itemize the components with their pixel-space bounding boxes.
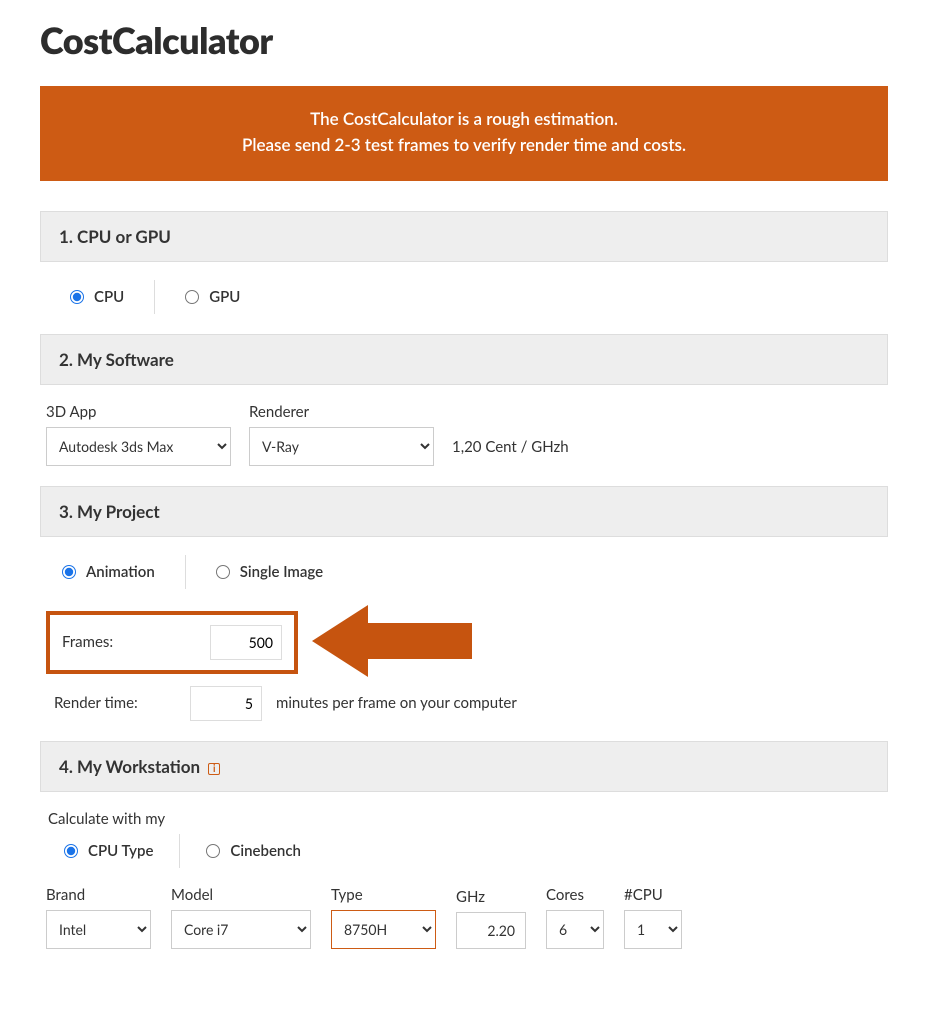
radio-gpu-label: GPU	[209, 288, 240, 306]
price-text: 1,20 Cent / GHzh	[452, 438, 569, 466]
brand-label: Brand	[46, 886, 151, 904]
frames-label: Frames:	[62, 633, 192, 651]
frames-highlight: Frames:	[46, 611, 298, 674]
section-4-title: 4. My Workstation	[59, 756, 200, 777]
radio-cputype-label: CPU Type	[88, 842, 153, 860]
page-title: CostCalculator	[40, 18, 888, 62]
brand-select[interactable]: Intel	[46, 910, 151, 949]
banner-line-1: The CostCalculator is a rough estimation…	[60, 106, 868, 132]
section-4-header: 4. My Workstation i	[40, 741, 888, 792]
rendertime-suffix: minutes per frame on your computer	[276, 694, 517, 712]
type-label: Type	[331, 886, 436, 904]
radio-cpu[interactable]: CPU	[70, 288, 124, 306]
app-label: 3D App	[46, 403, 231, 421]
radio-animation[interactable]: Animation	[62, 563, 155, 581]
radio-single-input[interactable]	[216, 565, 230, 579]
radio-cinebench-input[interactable]	[206, 844, 220, 858]
radio-gpu[interactable]: GPU	[185, 288, 240, 306]
numcpu-select[interactable]: 1	[624, 910, 682, 949]
divider	[179, 834, 180, 868]
cores-select[interactable]: 6	[546, 910, 604, 949]
divider	[185, 555, 186, 589]
numcpu-label: #CPU	[624, 886, 682, 904]
type-select[interactable]: 8750H	[331, 910, 436, 949]
rendertime-label: Render time:	[46, 694, 176, 712]
radio-cputype-input[interactable]	[64, 844, 78, 858]
radio-single[interactable]: Single Image	[216, 563, 323, 581]
radio-animation-label: Animation	[86, 563, 155, 581]
section-3-header: 3. My Project	[40, 486, 888, 537]
model-label: Model	[171, 886, 311, 904]
renderer-label: Renderer	[249, 403, 434, 421]
radio-cpu-label: CPU	[94, 288, 124, 306]
rendertime-input[interactable]	[190, 686, 262, 721]
radio-single-label: Single Image	[240, 563, 323, 581]
section-2-header: 2. My Software	[40, 334, 888, 385]
app-select[interactable]: Autodesk 3ds Max	[46, 427, 231, 466]
renderer-select[interactable]: V-Ray	[249, 427, 434, 466]
section-1-header: 1. CPU or GPU	[40, 211, 888, 262]
divider	[154, 280, 155, 314]
cores-label: Cores	[546, 886, 604, 904]
radio-cpu-input[interactable]	[70, 290, 84, 304]
banner-line-2: Please send 2-3 test frames to verify re…	[60, 132, 868, 158]
radio-cinebench-label: Cinebench	[230, 842, 301, 860]
attention-arrow-icon	[312, 601, 482, 685]
model-select[interactable]: Core i7	[171, 910, 311, 949]
info-banner: The CostCalculator is a rough estimation…	[40, 86, 888, 181]
calc-with-label: Calculate with my	[46, 810, 874, 828]
info-icon[interactable]: i	[208, 763, 220, 775]
radio-gpu-input[interactable]	[185, 290, 199, 304]
radio-animation-input[interactable]	[62, 565, 76, 579]
ghz-label: GHz	[456, 888, 526, 906]
frames-input[interactable]	[210, 625, 282, 660]
ghz-input[interactable]	[456, 912, 526, 949]
radio-cinebench[interactable]: Cinebench	[206, 842, 301, 860]
radio-cputype[interactable]: CPU Type	[64, 842, 153, 860]
